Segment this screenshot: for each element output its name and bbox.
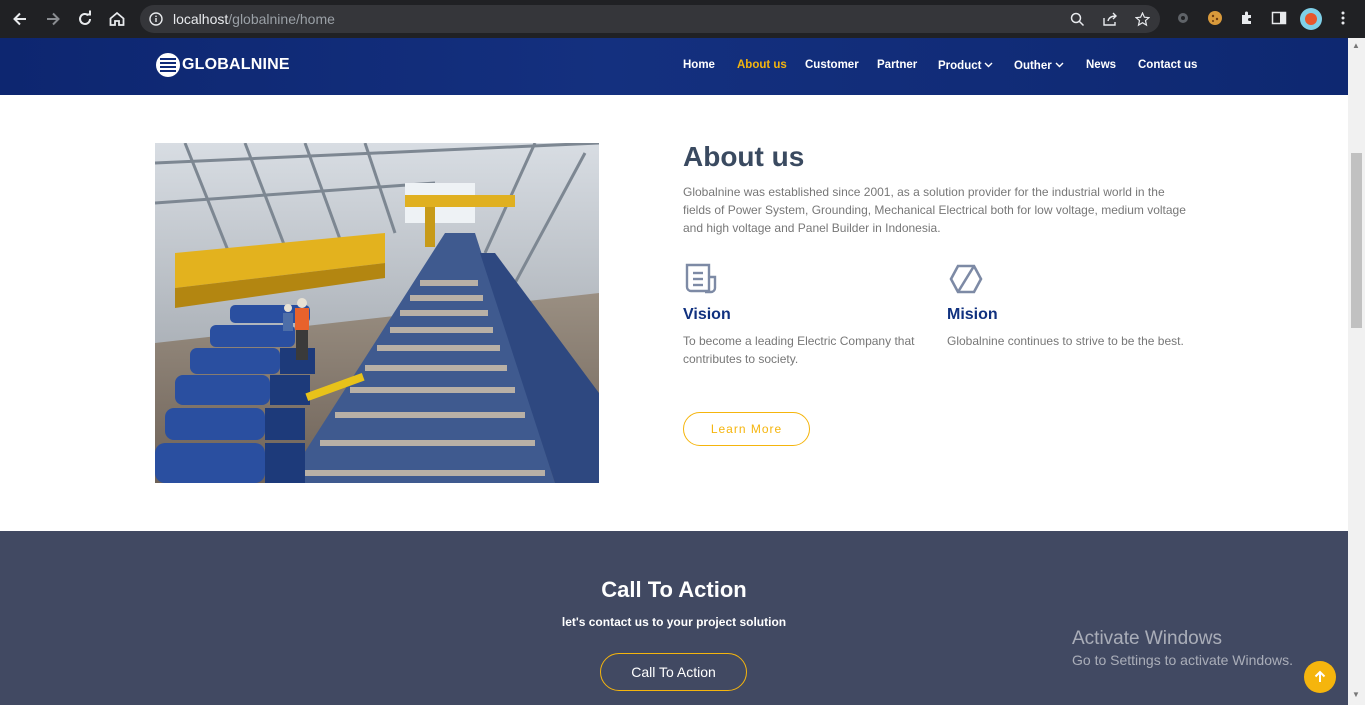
activation-subtitle: Go to Settings to activate Windows. bbox=[1072, 652, 1293, 668]
back-to-top-button[interactable] bbox=[1304, 661, 1336, 693]
mission-text: Globalnine continues to strive to be the… bbox=[947, 334, 1184, 348]
call-to-action-section: Call To Action let's contact us to your … bbox=[0, 531, 1348, 705]
hexagon-icon bbox=[949, 263, 983, 300]
nav-product-label: Product bbox=[938, 60, 982, 72]
call-to-action-button[interactable]: Call To Action bbox=[600, 653, 747, 691]
nav-news[interactable]: News bbox=[1086, 59, 1116, 71]
page-scrollbar[interactable]: ▲ ▼ bbox=[1348, 38, 1365, 705]
site-header: GLOBALNINE Home About us Customer Partne… bbox=[0, 38, 1348, 95]
scrollbar-thumb[interactable] bbox=[1351, 153, 1362, 328]
cookie-extension-icon[interactable] bbox=[1207, 10, 1223, 31]
url-path: /globalnine/home bbox=[228, 11, 335, 27]
mission-title: Mision bbox=[947, 306, 998, 323]
vision-text: To become a leading Electric Company tha… bbox=[683, 334, 915, 366]
bookmark-star-icon[interactable] bbox=[1134, 11, 1151, 32]
nav-outher[interactable]: Outher bbox=[1014, 59, 1064, 72]
nav-home[interactable]: Home bbox=[683, 59, 715, 71]
url-text[interactable]: localhost/globalnine/home bbox=[173, 11, 335, 27]
nav-customer[interactable]: Customer bbox=[805, 59, 859, 71]
about-description: Globalnine was established since 2001, a… bbox=[683, 185, 1186, 235]
site-info-icon[interactable] bbox=[149, 12, 163, 31]
share-icon[interactable] bbox=[1102, 12, 1118, 32]
zoom-icon[interactable] bbox=[1070, 12, 1085, 32]
extension-gear-icon[interactable] bbox=[1175, 10, 1191, 31]
site-logo[interactable]: GLOBALNINE bbox=[156, 52, 290, 78]
vision-title: Vision bbox=[683, 306, 731, 323]
cta-title: Call To Action bbox=[601, 577, 747, 602]
windows-activation-watermark: Activate Windows Go to Settings to activ… bbox=[1072, 628, 1293, 668]
arrow-up-icon bbox=[1314, 670, 1326, 682]
home-icon[interactable] bbox=[107, 9, 127, 29]
browser-menu-icon[interactable] bbox=[1336, 10, 1350, 31]
chevron-down-icon bbox=[984, 59, 993, 71]
side-panel-icon[interactable] bbox=[1271, 10, 1287, 31]
nav-product[interactable]: Product bbox=[938, 59, 993, 72]
puzzle-extensions-icon[interactable] bbox=[1239, 10, 1255, 31]
factory-image bbox=[155, 143, 599, 483]
logo-mark-icon bbox=[156, 53, 180, 77]
chevron-down-icon bbox=[1055, 59, 1064, 71]
scroll-down-icon[interactable]: ▼ bbox=[1352, 690, 1360, 699]
document-icon bbox=[685, 263, 719, 300]
cta-subtitle: let's contact us to your project solutio… bbox=[561, 615, 787, 629]
nav-about-us[interactable]: About us bbox=[737, 59, 787, 71]
nav-outher-label: Outher bbox=[1014, 60, 1052, 72]
browser-toolbar: localhost/globalnine/home bbox=[0, 0, 1365, 38]
url-host: localhost bbox=[173, 11, 229, 27]
nav-contact-us[interactable]: Contact us bbox=[1138, 59, 1197, 71]
learn-more-button[interactable]: Learn More bbox=[683, 412, 810, 446]
address-bar[interactable]: localhost/globalnine/home bbox=[140, 5, 1160, 33]
reload-icon[interactable] bbox=[75, 9, 95, 29]
logo-text: GLOBALNINE bbox=[182, 56, 290, 73]
activation-title: Activate Windows bbox=[1072, 628, 1222, 649]
about-title: About us bbox=[683, 141, 805, 172]
profile-avatar[interactable] bbox=[1300, 8, 1322, 30]
forward-icon[interactable] bbox=[43, 9, 63, 29]
back-icon[interactable] bbox=[10, 9, 30, 29]
scroll-up-icon[interactable]: ▲ bbox=[1352, 41, 1360, 50]
nav-partner[interactable]: Partner bbox=[877, 59, 917, 71]
